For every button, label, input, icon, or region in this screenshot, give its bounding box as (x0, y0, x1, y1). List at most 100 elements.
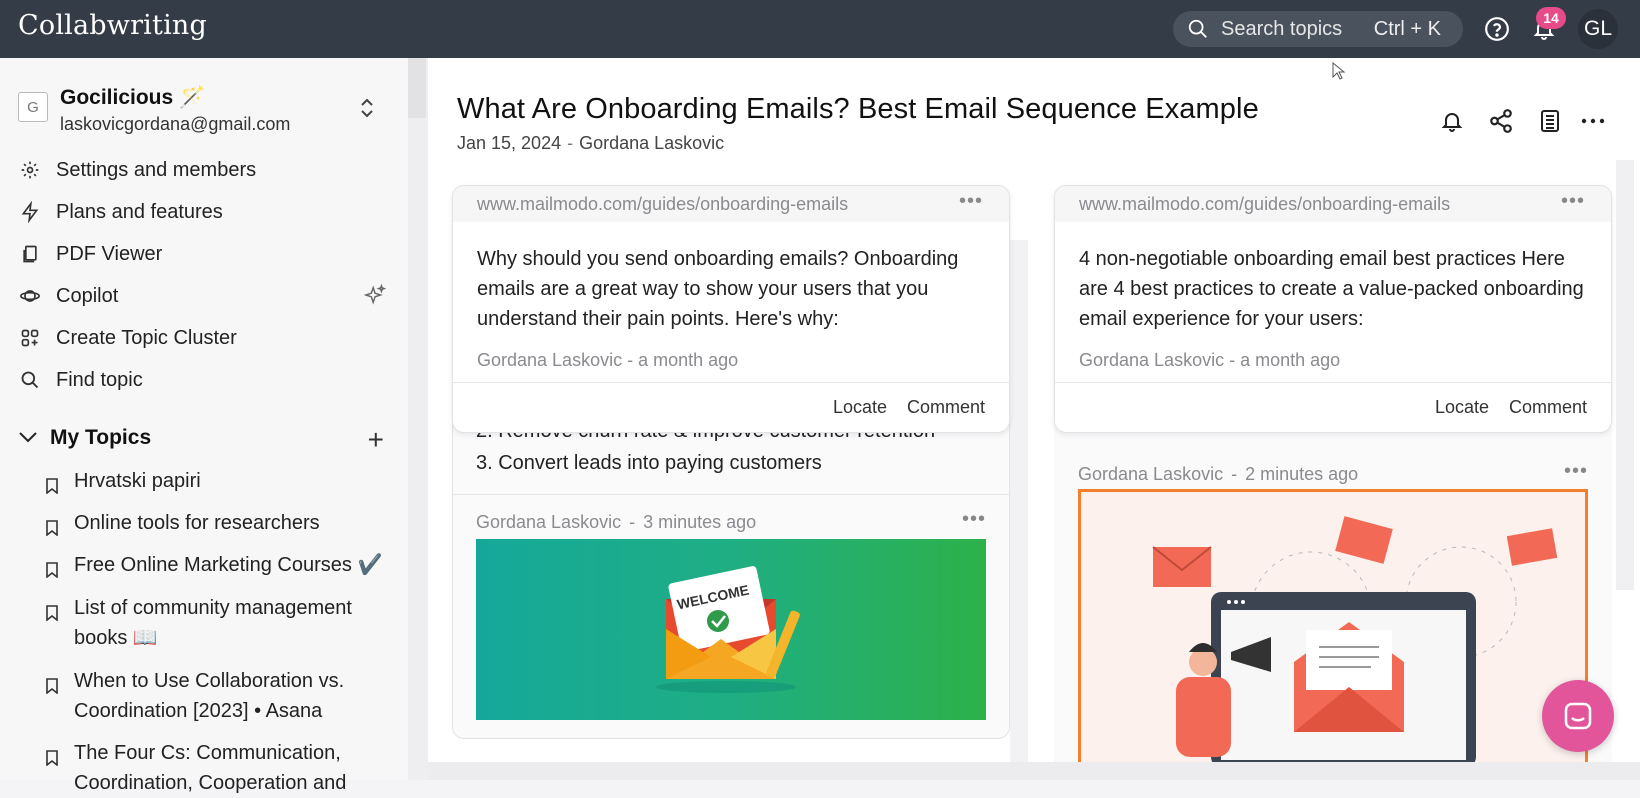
sidebar-item-pdf-viewer[interactable]: PDF Viewer (18, 238, 388, 270)
chat-icon (1564, 702, 1592, 730)
more-options-icon[interactable]: ••• (959, 190, 983, 213)
sidebar-item-label: Settings and members (56, 158, 257, 181)
chevron-down-icon[interactable] (18, 426, 38, 450)
marketing-illustration-image[interactable] (1078, 489, 1588, 780)
topic-item[interactable]: List of community management books 📖 (46, 593, 386, 653)
main-scrollbar[interactable] (1616, 160, 1634, 590)
workspace-switcher[interactable]: G Gocilicious 🪄 laskovicgordana@gmail.co… (18, 86, 388, 146)
card-highlight-text: Why should you send onboarding emails? O… (477, 248, 959, 330)
sidebar-item-find-topic[interactable]: Find topic (18, 364, 388, 396)
sidebar-item-plans[interactable]: Plans and features (18, 196, 388, 228)
welcome-email-image[interactable]: WELCOME (476, 539, 986, 720)
more-options-icon[interactable] (1578, 106, 1608, 136)
topic-item[interactable]: Hrvatski papiri (46, 466, 386, 496)
topic-item[interactable]: The Four Cs: Communication, Coordination… (46, 738, 386, 798)
locate-button[interactable]: Locate (1435, 397, 1489, 418)
bookmark-icon (46, 473, 58, 503)
bell-icon[interactable] (1437, 106, 1467, 136)
card-highlight-text: 4 non-negotiable onboarding email best p… (1079, 248, 1584, 330)
sidebar-item-copilot[interactable]: Copilot (18, 280, 388, 312)
search-placeholder: Search topics (1221, 17, 1343, 40)
image-annotation-meta: Gordana Laskovic -2 minutes ago (1078, 464, 1359, 484)
comment-button[interactable]: Comment (907, 397, 985, 418)
my-topics-header[interactable]: My Topics + (18, 422, 388, 456)
search-shortcut: Ctrl + K (1373, 18, 1441, 40)
gear-icon (18, 158, 42, 182)
card-footer: Locate Comment (1055, 382, 1611, 432)
topic-item[interactable]: Free Online Marketing Courses ✔️ (46, 550, 386, 580)
notification-badge: 14 (1536, 7, 1566, 29)
chat-button[interactable] (1542, 680, 1614, 752)
help-icon[interactable] (1482, 14, 1512, 44)
workspace-name: Gocilicious 🪄 (60, 86, 206, 109)
locate-button[interactable]: Locate (833, 397, 887, 418)
bookmark-icon (46, 673, 58, 703)
sidebar-item-label: Find topic (56, 368, 143, 391)
top-bar: Collabwriting Search topics Ctrl + K 14 … (0, 0, 1640, 58)
cluster-icon (18, 326, 42, 350)
topic-meta: Jan 15, 2024- Gordana Laskovic (457, 133, 725, 153)
topic-item-label: When to Use Collaboration vs. Coordinati… (74, 670, 345, 722)
topic-item[interactable]: Online tools for researchers (46, 508, 386, 538)
add-topic-button[interactable]: + (368, 424, 384, 456)
bookmark-icon (46, 745, 58, 775)
image-author: Gordana Laskovic (1078, 464, 1224, 484)
sidebar-item-create-topic-cluster[interactable]: Create Topic Cluster (18, 322, 388, 354)
column-divider (1010, 240, 1028, 762)
topic-item[interactable]: When to Use Collaboration vs. Coordinati… (46, 666, 386, 726)
topic-item-label: Hrvatski papiri (74, 470, 201, 492)
my-topics-label: My Topics (50, 426, 152, 449)
workspace-email: laskovicgordana@gmail.com (60, 114, 291, 134)
search-icon (1188, 19, 1207, 38)
bolt-icon (18, 200, 42, 224)
search-icon (18, 368, 42, 392)
highlight-card[interactable]: www.mailmodo.com/guides/onboarding-email… (1054, 185, 1612, 433)
topic-author: Gordana Laskovic (579, 133, 725, 153)
document-icon[interactable] (1535, 106, 1565, 136)
sparkle-icon[interactable] (363, 283, 387, 312)
card-author-time: Gordana Laskovic - a month ago (1079, 350, 1341, 370)
image-time: 3 minutes ago (643, 512, 757, 532)
chevron-up-down-icon[interactable] (358, 96, 376, 125)
sidebar-item-settings[interactable]: Settings and members (18, 154, 388, 186)
app-logo[interactable]: Collabwriting (18, 10, 207, 41)
card-author-time: Gordana Laskovic - a month ago (477, 350, 739, 370)
comment-button[interactable]: Comment (1509, 397, 1587, 418)
topic-item-label: Free Online Marketing Courses ✔️ (74, 554, 383, 576)
divider (452, 494, 1010, 495)
more-options-icon[interactable]: ••• (962, 508, 986, 531)
card-footer: Locate Comment (453, 382, 1009, 432)
sidebar-item-label: Plans and features (56, 200, 223, 223)
image-time: 2 minutes ago (1245, 464, 1359, 484)
column-gap (1028, 240, 1036, 762)
mouse-cursor-icon (1332, 61, 1346, 85)
sidebar-item-label: Copilot (56, 284, 119, 307)
avatar[interactable]: GL (1578, 9, 1618, 49)
sidebar-item-label: Create Topic Cluster (56, 326, 237, 349)
more-options-icon[interactable]: ••• (1564, 460, 1588, 483)
search-input[interactable]: Search topics Ctrl + K (1173, 11, 1463, 47)
bookmark-icon (46, 515, 58, 545)
share-icon[interactable] (1486, 106, 1516, 136)
highlight-card[interactable]: www.mailmodo.com/guides/onboarding-email… (452, 185, 1010, 433)
sidebar-scrollbar-thumb[interactable] (408, 58, 426, 118)
pdf-icon (18, 242, 42, 266)
more-options-icon[interactable]: ••• (1561, 190, 1585, 213)
page-title: What Are Onboarding Emails? Best Email S… (457, 93, 1259, 125)
card-source-url[interactable]: www.mailmodo.com/guides/onboarding-email… (1079, 194, 1450, 215)
sidebar-item-label: PDF Viewer (56, 242, 163, 265)
list-line-3: 3. Convert leads into paying customers (476, 452, 822, 474)
topic-item-label: Online tools for researchers (74, 512, 320, 534)
sidebar-scrollbar[interactable] (408, 58, 428, 780)
image-author: Gordana Laskovic (476, 512, 622, 532)
card-source-url[interactable]: www.mailmodo.com/guides/onboarding-email… (477, 194, 848, 215)
bookmark-icon (46, 600, 58, 630)
bookmark-icon (46, 557, 58, 587)
topic-item-label: The Four Cs: Communication, Coordination… (74, 742, 347, 794)
image-annotation-meta: Gordana Laskovic -3 minutes ago (476, 512, 757, 532)
horizontal-scrollbar[interactable] (428, 762, 1640, 780)
topic-item-label: List of community management books 📖 (74, 597, 352, 649)
topic-date: Jan 15, 2024 (457, 133, 562, 153)
workspace-logo: G (18, 92, 48, 122)
planet-icon (18, 284, 42, 308)
